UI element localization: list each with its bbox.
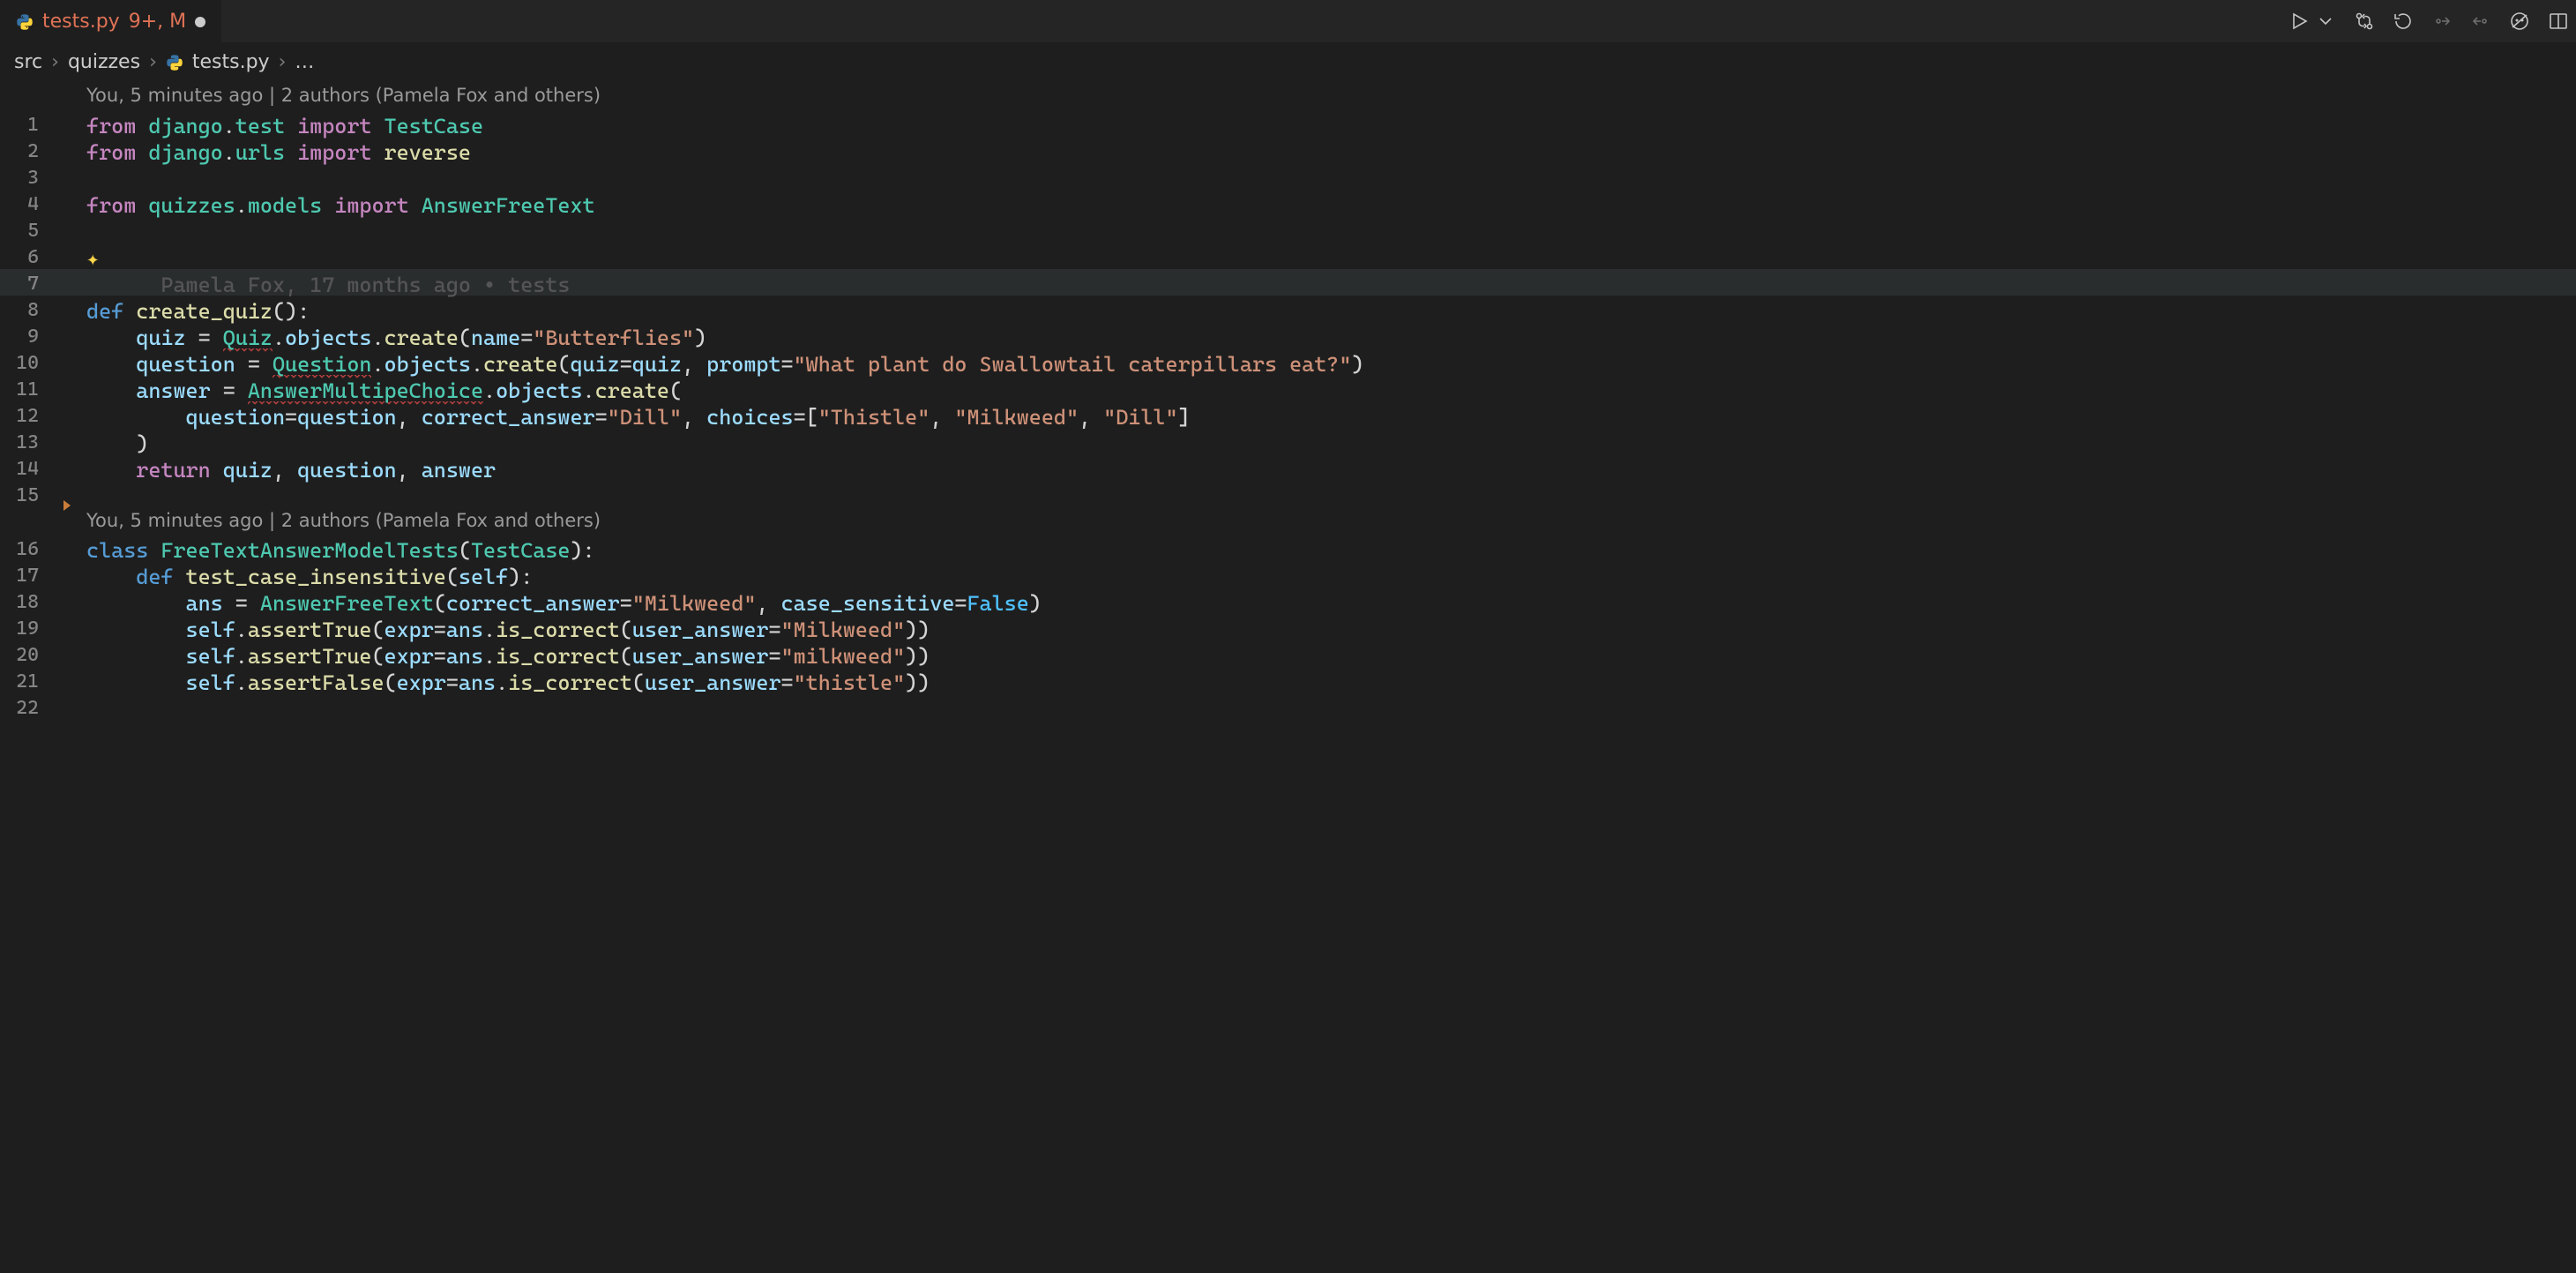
- copilot-icon[interactable]: [2509, 11, 2530, 32]
- revert-icon[interactable]: [2393, 11, 2414, 32]
- python-icon: [166, 54, 183, 71]
- chevron-right-icon: ›: [51, 48, 59, 77]
- line-number: 7: [0, 269, 63, 298]
- split-editor-icon[interactable]: [2548, 11, 2569, 32]
- line-number: 3: [0, 163, 63, 192]
- line-number: 22: [0, 693, 63, 723]
- line-number: 4: [0, 190, 63, 219]
- collapse-triangle-icon[interactable]: [63, 500, 71, 511]
- chevron-down-icon[interactable]: [2315, 11, 2336, 32]
- line-number: 11: [0, 375, 63, 404]
- step-back-icon[interactable]: [2431, 11, 2453, 32]
- inline-blame: Pamela Fox, 17 months ago • tests: [161, 273, 570, 297]
- breadcrumb[interactable]: src › quizzes › tests.py › …: [0, 42, 2576, 82]
- chevron-right-icon: ›: [149, 48, 157, 77]
- code-editor[interactable]: You, 5 minutes ago | 2 authors (Pamela F…: [0, 82, 2576, 720]
- line-number: 13: [0, 428, 63, 457]
- line-number: 10: [0, 348, 63, 378]
- breadcrumb-item[interactable]: src: [14, 48, 42, 77]
- codelens-authors[interactable]: You, 5 minutes ago | 2 authors (Pamela F…: [0, 507, 2576, 535]
- run-icon[interactable]: [2289, 11, 2310, 32]
- line-number: 5: [0, 216, 63, 245]
- line-number: 18: [0, 588, 63, 617]
- line-number: 16: [0, 535, 63, 564]
- line-number: 1: [0, 110, 63, 139]
- codelens-authors[interactable]: You, 5 minutes ago | 2 authors (Pamela F…: [0, 82, 2576, 110]
- tab-filename: tests.py: [42, 7, 120, 36]
- tab-suffix: 9+, M: [129, 7, 186, 36]
- line-number: 9: [0, 322, 63, 351]
- step-forward-icon[interactable]: [2470, 11, 2491, 32]
- breadcrumb-item[interactable]: tests.py: [192, 48, 270, 77]
- breadcrumb-item[interactable]: quizzes: [68, 48, 140, 77]
- line-number: 6: [0, 243, 63, 272]
- editor-toolbar: [2289, 0, 2569, 42]
- line-number: 12: [0, 401, 63, 431]
- line-number: 15: [0, 481, 63, 510]
- line-number: 17: [0, 561, 63, 590]
- breadcrumb-item[interactable]: …: [295, 48, 314, 77]
- line-number: 2: [0, 137, 63, 166]
- line-number: 8: [0, 296, 63, 325]
- line-number: 20: [0, 640, 63, 670]
- line-number: 21: [0, 667, 63, 696]
- dirty-indicator-icon: [195, 17, 205, 27]
- chevron-right-icon: ›: [279, 48, 287, 77]
- editor-tab[interactable]: tests.py 9+, M: [0, 0, 221, 42]
- sparkle-icon[interactable]: ✦: [86, 246, 99, 271]
- git-compare-icon[interactable]: [2354, 11, 2375, 32]
- line-number: 14: [0, 454, 63, 483]
- python-icon: [16, 13, 34, 31]
- line-number: 19: [0, 614, 63, 643]
- tab-bar: tests.py 9+, M: [0, 0, 2576, 42]
